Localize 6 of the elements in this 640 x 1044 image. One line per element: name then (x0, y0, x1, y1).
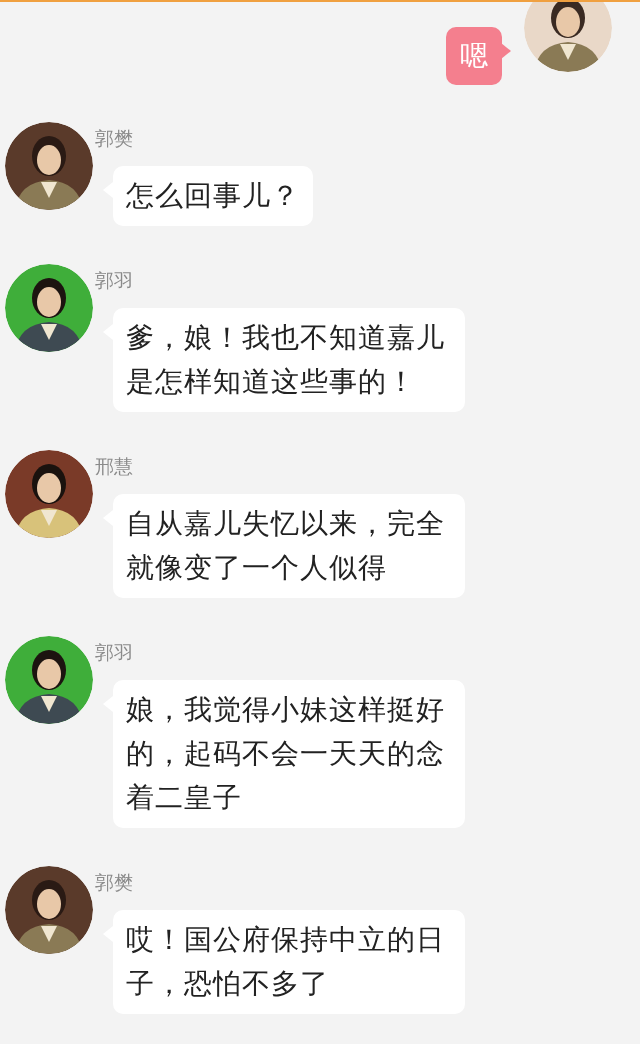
sender-name: 郭羽 (95, 640, 133, 664)
sender-name: 郭樊 (95, 126, 133, 150)
sender-name: 邢慧 (95, 454, 133, 478)
sender-name: 郭羽 (95, 268, 133, 292)
bubble-tail (501, 43, 511, 59)
sender-name: 郭樊 (95, 870, 133, 894)
